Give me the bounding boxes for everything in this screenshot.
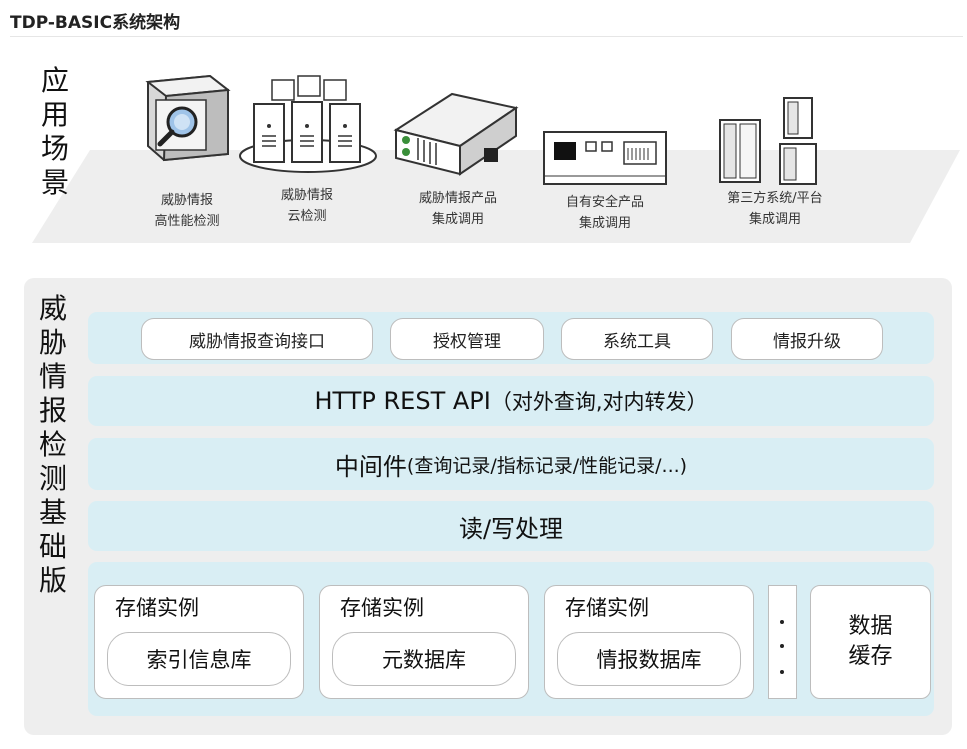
app-item-line1: 威胁情报 <box>280 188 333 203</box>
data-cache-box: 数据 缓存 <box>810 585 931 699</box>
read-write-row: 读/写处理 <box>88 501 934 551</box>
more-instances-ellipsis <box>768 585 797 699</box>
base-label-char: 胁 <box>38 326 67 359</box>
magnifier-appliance-icon <box>145 74 231 162</box>
index-info-db: 索引信息库 <box>107 632 291 686</box>
base-label-char: 版 <box>38 564 67 597</box>
server-cluster-icon <box>239 75 377 173</box>
app-item-own-security: 自有安全产品 集成调用 <box>550 192 660 234</box>
ellipsis-dot <box>780 644 784 648</box>
api-sub-label: （对外查询,对内转发） <box>490 390 708 414</box>
storage-instance-intel: 存储实例 情报数据库 <box>544 585 754 699</box>
app-item-line2: 集成调用 <box>748 212 801 227</box>
http-rest-api-row: HTTP REST API （对外查询,对内转发） <box>88 376 934 426</box>
app-item-line2: 高性能检测 <box>154 214 220 229</box>
app-item-line1: 威胁情报 <box>160 193 213 208</box>
cache-line1: 数据 <box>848 614 893 639</box>
metadata-db: 元数据库 <box>332 632 516 686</box>
app-item-third-party: 第三方系统/平台 集成调用 <box>712 188 838 230</box>
middleware-sub-label: (查询记录/指标记录/性能记录/...) <box>406 454 688 477</box>
base-label-char: 础 <box>38 530 67 563</box>
ti-query-interface-box: 威胁情报查询接口 <box>141 318 373 360</box>
storage-instance-metadata: 存储实例 元数据库 <box>319 585 529 699</box>
api-main-label: HTTP REST API <box>314 387 491 415</box>
app-item-line1: 第三方系统/平台 <box>727 191 823 206</box>
app-item-line1: 自有安全产品 <box>565 195 644 210</box>
app-item-line2: 集成调用 <box>431 212 484 227</box>
base-label-char: 检 <box>38 428 67 461</box>
app-item-line2: 集成调用 <box>578 216 631 231</box>
app-label-char: 场 <box>40 132 69 165</box>
auth-management-box: 授权管理 <box>390 318 544 360</box>
storage-instance-title: 存储实例 <box>565 596 649 620</box>
app-item-high-perf: 威胁情报 高性能检测 <box>132 190 242 232</box>
intel-db: 情报数据库 <box>557 632 741 686</box>
base-label-char: 测 <box>38 462 67 495</box>
cache-line2: 缓存 <box>848 644 893 669</box>
network-appliance-icon <box>393 92 519 176</box>
intel-upgrade-box: 情报升级 <box>731 318 883 360</box>
storage-instance-title: 存储实例 <box>115 596 199 620</box>
app-item-line2: 云检测 <box>287 209 327 224</box>
storage-instance-title: 存储实例 <box>340 596 424 620</box>
app-item-ti-products: 威胁情报产品 集成调用 <box>404 188 512 230</box>
base-label-char: 基 <box>38 496 67 529</box>
middleware-main-label: 中间件 <box>334 452 407 481</box>
security-device-icon <box>543 131 667 185</box>
ellipsis-dot <box>780 670 784 674</box>
storage-instance-index: 存储实例 索引信息库 <box>94 585 304 699</box>
app-item-line1: 威胁情报产品 <box>418 191 497 206</box>
app-item-cloud: 威胁情报 云检测 <box>262 185 352 227</box>
app-label-char: 用 <box>40 98 69 131</box>
third-party-servers-icon <box>719 97 817 185</box>
app-label-char: 应 <box>40 64 69 97</box>
base-label-char: 报 <box>38 394 67 427</box>
base-label-char: 威 <box>38 292 67 325</box>
app-label-char: 景 <box>40 166 69 199</box>
system-tools-box: 系统工具 <box>561 318 713 360</box>
ellipsis-dot <box>780 620 784 624</box>
base-label-char: 情 <box>38 360 67 393</box>
middleware-row: 中间件 (查询记录/指标记录/性能记录/...) <box>88 438 934 490</box>
read-write-label: 读/写处理 <box>458 514 564 543</box>
